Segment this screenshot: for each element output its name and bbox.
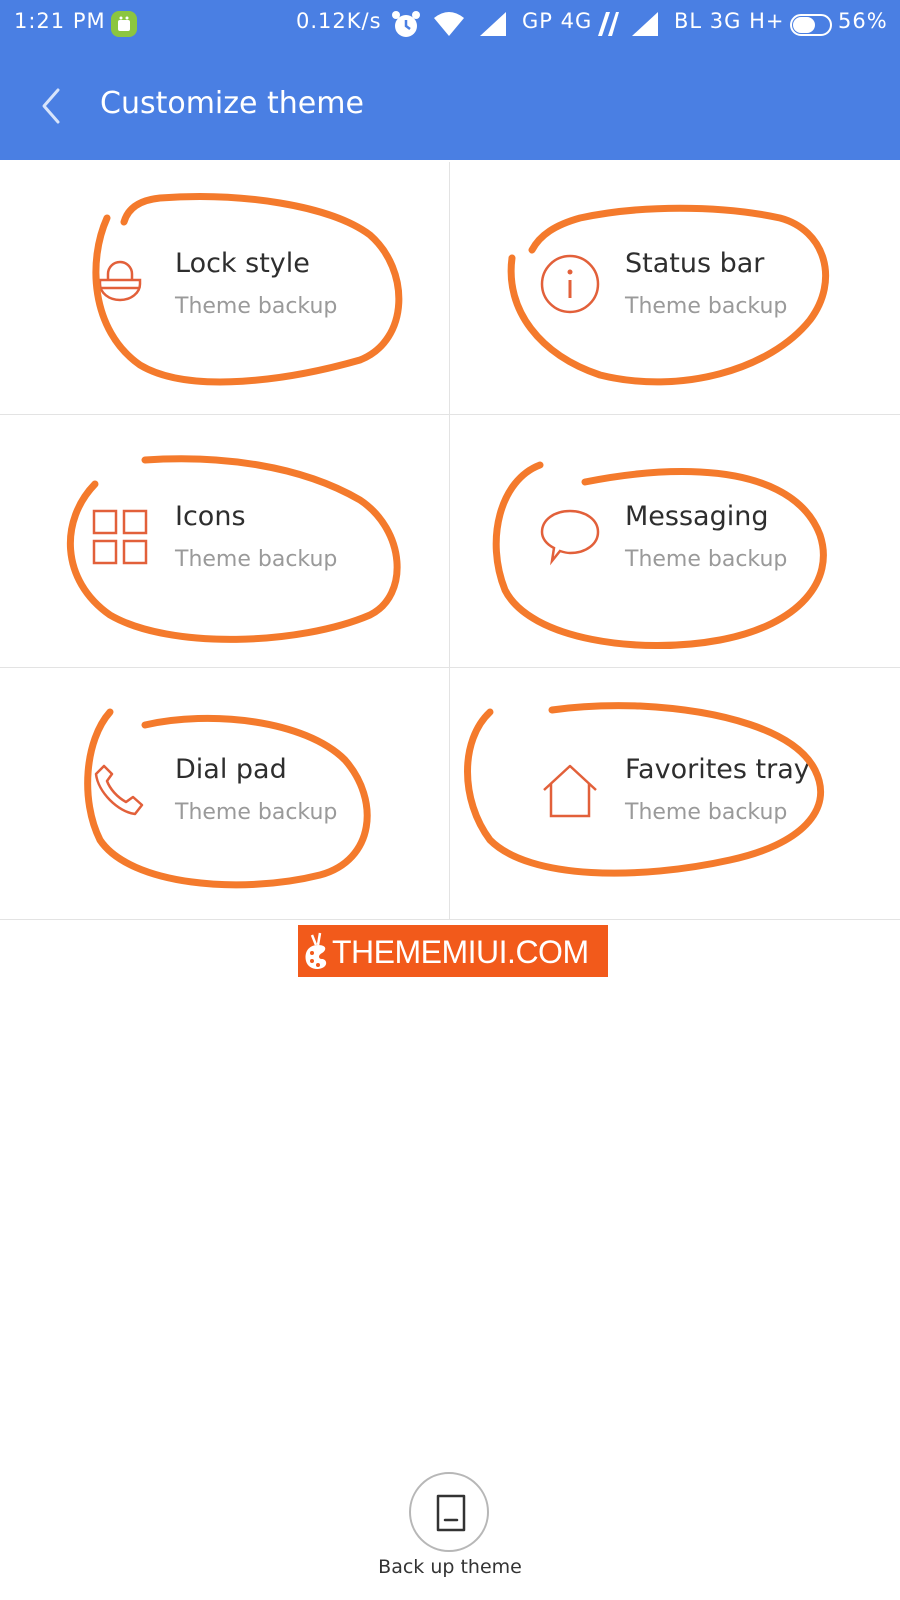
grid-icon <box>92 509 148 565</box>
tile-subtitle: Theme backup <box>175 800 338 825</box>
tile-icons[interactable]: Icons Theme backup <box>0 415 449 667</box>
tile-title: Lock style <box>175 248 310 279</box>
watermark-text: THEMEMIUI.COM <box>332 934 589 970</box>
lock-icon <box>98 260 142 302</box>
palette-logo-icon <box>305 932 327 969</box>
signal-icon <box>632 12 658 36</box>
app-header: 1:21 PM 0.12K/s GP 4G BL 3G H+ 56% Custo… <box>0 0 900 160</box>
chat-bubble-icon <box>540 509 600 566</box>
wifi-icon <box>434 12 464 36</box>
tile-dial-pad[interactable]: Dial pad Theme backup <box>0 668 449 920</box>
battery-icon <box>790 14 832 36</box>
tile-subtitle: Theme backup <box>175 547 338 572</box>
tile-messaging[interactable]: Messaging Theme backup <box>450 415 899 667</box>
title-bar: Customize theme <box>0 62 900 152</box>
phone-icon <box>94 764 144 816</box>
tile-title: Status bar <box>625 248 765 279</box>
tile-subtitle: Theme backup <box>175 294 338 319</box>
tile-subtitle: Theme backup <box>625 294 788 319</box>
tile-status-bar[interactable]: Status bar Theme backup <box>450 162 899 414</box>
alarm-icon <box>392 11 420 37</box>
status-time: 1:21 PM <box>14 9 106 33</box>
chevron-left-icon[interactable] <box>28 82 76 130</box>
tile-title: Icons <box>175 501 246 532</box>
battery-percent: 56% <box>838 9 888 33</box>
tile-favorites-tray[interactable]: Favorites tray Theme backup <box>450 668 899 920</box>
customize-grid: Lock style Theme backup Status bar Theme… <box>0 162 900 920</box>
back-up-theme-button[interactable] <box>409 1472 489 1552</box>
signal-icon <box>598 12 619 36</box>
tile-title: Messaging <box>625 501 769 532</box>
tile-subtitle: Theme backup <box>625 800 788 825</box>
page-title: Customize theme <box>100 86 364 121</box>
backup-icon <box>436 1494 466 1532</box>
tile-title: Favorites tray <box>625 754 810 785</box>
home-icon <box>543 764 597 818</box>
tile-lock-style[interactable]: Lock style Theme backup <box>0 162 449 414</box>
carrier-2: BL 3G H+ <box>674 9 785 33</box>
signal-icon <box>480 12 506 36</box>
watermark-banner: THEMEMIUI.COM <box>298 925 608 977</box>
back-up-theme-label[interactable]: Back up theme <box>0 1556 900 1578</box>
tile-subtitle: Theme backup <box>625 547 788 572</box>
network-speed: 0.12K/s <box>296 9 382 33</box>
info-icon <box>540 254 600 314</box>
status-bar: 1:21 PM 0.12K/s GP 4G BL 3G H+ 56% <box>0 0 900 50</box>
carrier-1: GP 4G <box>522 9 593 33</box>
tile-title: Dial pad <box>175 754 287 785</box>
android-notification-icon <box>111 11 137 37</box>
